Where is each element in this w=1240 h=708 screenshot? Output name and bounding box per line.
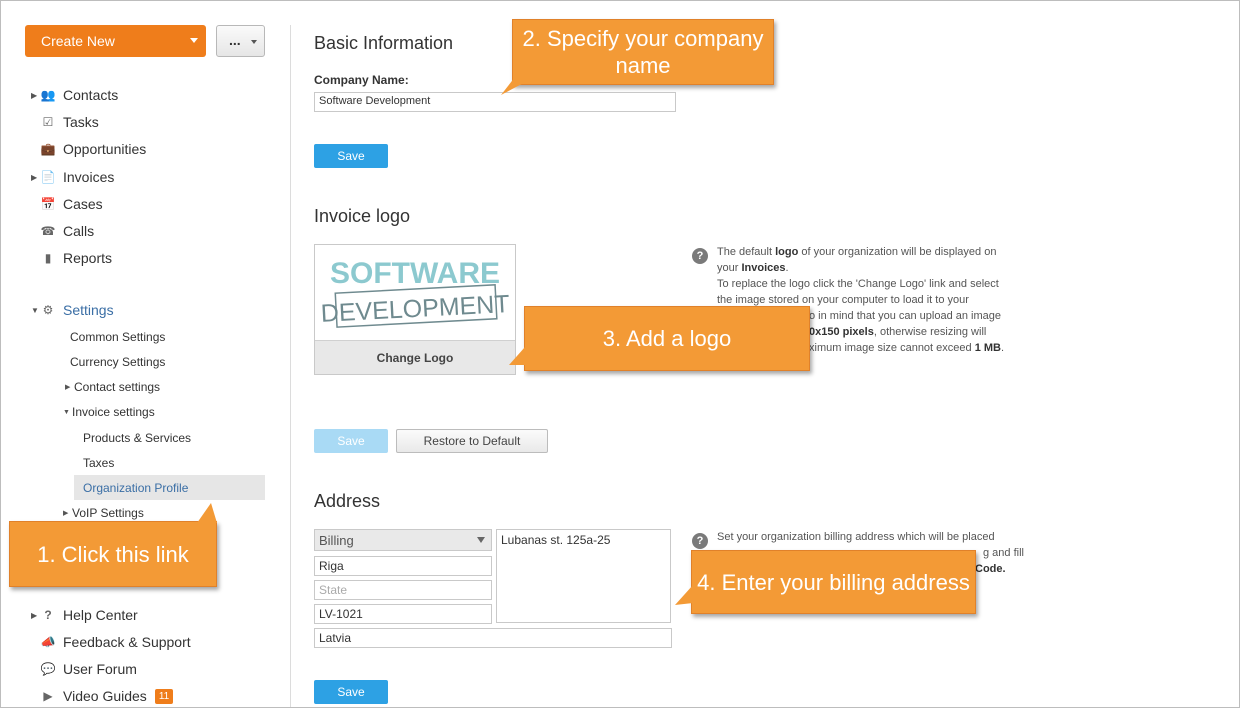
opportunities-icon: 💼: [40, 142, 56, 156]
sidebar-item-label: Reports: [63, 250, 113, 266]
restore-default-button[interactable]: Restore to Default: [396, 429, 548, 453]
expand-arrow-icon[interactable]: ▶: [63, 509, 72, 517]
city-input[interactable]: Riga: [314, 556, 492, 576]
save-logo-button[interactable]: Save: [314, 429, 388, 453]
sidebar-item-settings[interactable]: ▼ ⚙ Settings: [31, 300, 114, 320]
forum-icon: 💬: [40, 662, 56, 676]
sidebar-item-video-guides[interactable]: ▶ Video Guides 11: [31, 686, 174, 706]
calls-icon: ☎: [40, 224, 56, 238]
callout-pointer: [675, 585, 693, 605]
sidebar-item-contacts[interactable]: ▶ 👥 Contacts: [31, 85, 118, 105]
collapse-arrow-icon[interactable]: ▼: [63, 409, 72, 416]
more-label: ...: [229, 32, 241, 48]
logo-preview: SOFTWARE DEVELOPMENT Change Logo: [314, 244, 516, 375]
sidebar-item-label: Video Guides: [63, 688, 147, 704]
callout-pointer: [197, 503, 217, 523]
basic-info-heading: Basic Information: [314, 33, 454, 53]
expand-arrow-icon[interactable]: ▶: [31, 91, 41, 100]
sidebar-item-label: User Forum: [63, 661, 137, 677]
sidebar-sub-invoice-settings[interactable]: ▼ Invoice settings: [63, 401, 155, 423]
sidebar-item-label: Settings: [63, 302, 114, 318]
help-icon: ?: [44, 608, 52, 622]
street-textarea[interactable]: Lubanas st. 125a-25: [496, 529, 671, 623]
callout-specify-company: 2. Specify your company name: [512, 19, 774, 85]
sidebar-item-label: Tasks: [63, 114, 99, 130]
company-name-input[interactable]: Software Development: [314, 92, 676, 112]
callout-click-link: 1. Click this link: [9, 521, 217, 587]
expand-arrow-icon[interactable]: ▶: [65, 383, 74, 391]
sub-item-label: Taxes: [83, 456, 115, 470]
count-badge: 11: [154, 688, 174, 704]
logo-line2: DEVELOPMENT: [320, 290, 510, 328]
sidebar-item-tasks[interactable]: ☑ Tasks: [31, 112, 99, 132]
address-heading: Address: [314, 491, 381, 511]
invoice-logo-heading: Invoice logo: [314, 206, 411, 226]
gear-icon: ⚙: [42, 303, 54, 317]
sidebar-item-user-forum[interactable]: 💬 User Forum: [31, 659, 137, 679]
sidebar-item-label: Feedback & Support: [63, 634, 191, 650]
sidebar-item-help-center[interactable]: ▶ ? Help Center: [31, 605, 138, 625]
callout-pointer: [509, 347, 525, 365]
state-input[interactable]: State: [314, 580, 492, 600]
zip-input[interactable]: LV-1021: [314, 604, 492, 624]
sub-item-label: Contact settings: [74, 380, 161, 394]
sidebar-sub-organization-profile[interactable]: Organization Profile: [74, 475, 265, 500]
company-logo-image: SOFTWARE DEVELOPMENT: [320, 257, 510, 328]
reports-icon: ▮: [44, 251, 52, 265]
sidebar-divider: [290, 25, 291, 707]
sidebar-item-label: Help Center: [63, 607, 138, 623]
sidebar-sub-currency-settings[interactable]: Currency Settings: [70, 351, 165, 373]
tasks-icon: ☑: [42, 115, 54, 129]
help-icon: ?: [692, 248, 708, 264]
sidebar-item-calls[interactable]: ☎ Calls: [31, 221, 95, 241]
invoices-icon: 📄: [40, 170, 56, 184]
more-button[interactable]: ...: [216, 25, 265, 57]
address-type-value: Billing: [319, 533, 354, 548]
sub-item-label: Invoice settings: [72, 405, 155, 419]
expand-arrow-icon[interactable]: ▶: [31, 173, 41, 182]
app-window: Create New ... ▶ 👥 Contacts ☑ Tasks 💼 Op…: [0, 0, 1240, 708]
sidebar-item-invoices[interactable]: ▶ 📄 Invoices: [31, 167, 114, 187]
sidebar-item-feedback[interactable]: 📣 Feedback & Support: [31, 632, 191, 652]
sidebar-sub-common-settings[interactable]: Common Settings: [70, 326, 165, 348]
chevron-down-icon: [251, 40, 257, 44]
megaphone-icon: 📣: [40, 635, 56, 649]
sidebar-item-label: Opportunities: [63, 141, 147, 157]
sidebar-item-reports[interactable]: ▮ Reports: [31, 248, 112, 268]
contacts-icon: 👥: [40, 88, 56, 102]
cases-icon: 📅: [40, 197, 56, 211]
callout-add-logo: 3. Add a logo: [524, 306, 810, 371]
callout-pointer: [501, 77, 535, 95]
chevron-down-icon: [190, 38, 198, 43]
change-logo-button[interactable]: Change Logo: [315, 340, 515, 374]
collapse-arrow-icon[interactable]: ▼: [31, 306, 41, 315]
company-name-label: Company Name:: [314, 73, 409, 87]
sidebar-item-label: Invoices: [63, 169, 115, 185]
help-icon: ?: [692, 533, 708, 549]
sub-item-label: VoIP Settings: [72, 506, 144, 520]
save-address-button[interactable]: Save: [314, 680, 388, 704]
sidebar-item-label: Calls: [63, 223, 95, 239]
sidebar-item-label: Contacts: [63, 87, 119, 103]
sidebar-sub-contact-settings[interactable]: ▶ Contact settings: [65, 376, 160, 398]
sub-item-label: Organization Profile: [83, 481, 189, 495]
country-input[interactable]: Latvia: [314, 628, 672, 648]
sidebar-item-cases[interactable]: 📅 Cases: [31, 194, 103, 214]
sidebar-item-label: Cases: [63, 196, 103, 212]
create-new-label: Create New: [41, 33, 115, 49]
logo-line1: SOFTWARE: [330, 257, 500, 290]
callout-billing-address: 4. Enter your billing address: [691, 550, 976, 614]
sidebar-sub-taxes[interactable]: Taxes: [83, 452, 114, 474]
sidebar-item-opportunities[interactable]: 💼 Opportunities: [31, 139, 147, 159]
sidebar-sub-products-services[interactable]: Products & Services: [83, 427, 191, 449]
dropdown-arrow-icon: [477, 537, 485, 543]
expand-arrow-icon[interactable]: ▶: [31, 611, 41, 620]
sub-item-label: Common Settings: [70, 330, 166, 344]
sub-item-label: Currency Settings: [70, 355, 166, 369]
save-basic-button[interactable]: Save: [314, 144, 388, 168]
create-new-button[interactable]: Create New: [25, 25, 206, 57]
address-type-select[interactable]: Billing: [314, 529, 492, 551]
video-icon: ▶: [43, 689, 53, 703]
sub-item-label: Products & Services: [83, 431, 192, 445]
